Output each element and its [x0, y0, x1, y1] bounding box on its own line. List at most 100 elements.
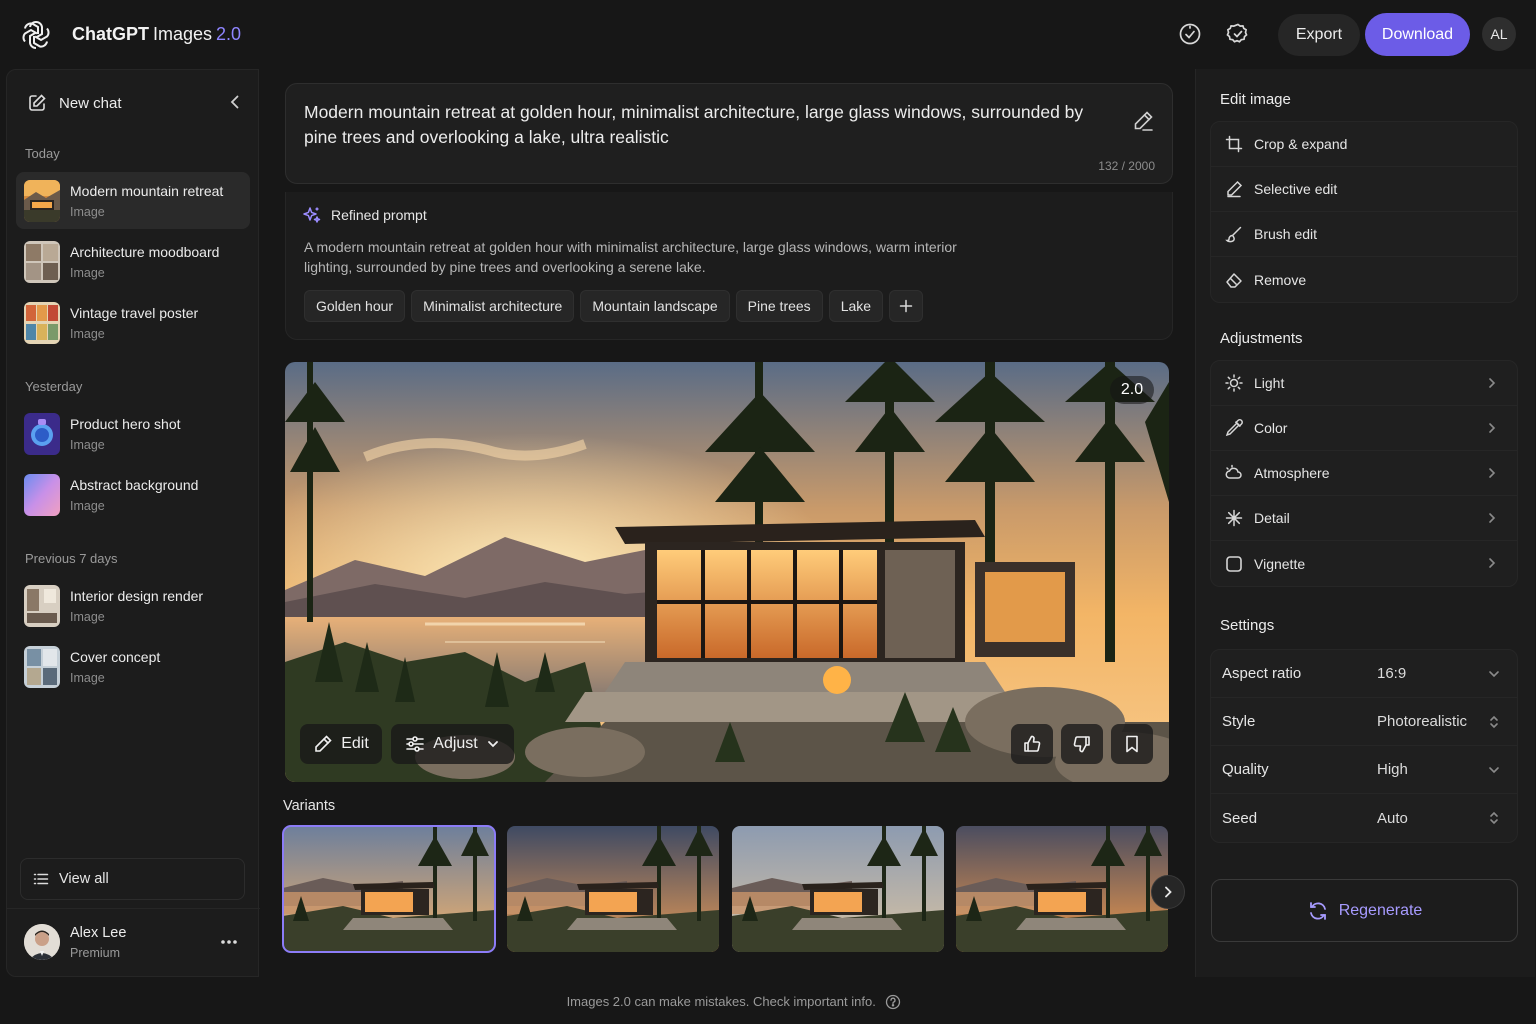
vignette-adjustment[interactable]: Vignette: [1211, 541, 1517, 586]
edit-prompt-icon[interactable]: [1131, 109, 1155, 133]
refined-prompt-panel: Refined prompt A modern mountain retreat…: [285, 192, 1173, 340]
generated-image[interactable]: [285, 362, 1169, 782]
atmosphere-label: Atmosphere: [1254, 465, 1330, 481]
edit-label: Edit: [341, 735, 369, 752]
new-chat-button[interactable]: New chat: [27, 93, 122, 113]
tag-chip[interactable]: Golden hour: [304, 290, 406, 322]
edit-image-title: Edit image: [1220, 91, 1291, 108]
product-name: Images: [153, 24, 213, 44]
user-avatar[interactable]: [24, 924, 60, 960]
cloud-icon: [1225, 464, 1242, 479]
tag-chip[interactable]: Pine trees: [735, 290, 823, 322]
color-label: Color: [1254, 420, 1288, 436]
collapse-sidebar-icon[interactable]: [225, 92, 245, 112]
export-button[interactable]: Export: [1278, 14, 1360, 56]
variant-thumbnail[interactable]: [732, 826, 944, 952]
save-button[interactable]: [1111, 724, 1153, 764]
brush-edit-button[interactable]: Brush edit: [1211, 212, 1517, 257]
history-type: Image: [70, 609, 105, 624]
settings-badge-icon[interactable]: [1226, 22, 1250, 46]
pencil-icon: [315, 735, 332, 752]
history-type: Image: [70, 498, 105, 513]
add-tag-button[interactable]: [889, 290, 924, 322]
history-item[interactable]: Architecture moodboard Image: [16, 233, 250, 290]
quality-select[interactable]: Quality High: [1211, 746, 1517, 794]
regenerate-button[interactable]: Regenerate: [1211, 879, 1518, 942]
vignette-label: Vignette: [1254, 555, 1306, 572]
openai-logo-icon[interactable]: [20, 19, 52, 51]
atmosphere-adjustment[interactable]: Atmosphere: [1211, 451, 1517, 496]
top-bar: ChatGPT Images 2.0 Export Download AL: [0, 0, 1536, 68]
history-type: Image: [70, 437, 105, 452]
download-button[interactable]: Download: [1365, 13, 1470, 56]
remove-label: Remove: [1254, 271, 1307, 288]
history-title: Cover concept: [70, 648, 161, 665]
pencil-icon: [1227, 180, 1243, 198]
sparkle-icon: [1225, 509, 1243, 527]
history-item[interactable]: Product hero shot Image: [16, 405, 250, 462]
disclaimer-text: Images 2.0 can make mistakes. Check impo…: [566, 994, 876, 1010]
tag-chip[interactable]: Lake: [828, 290, 884, 322]
view-all-button[interactable]: View all: [20, 858, 245, 900]
history-thumbnail: [24, 179, 60, 222]
crop-icon: [1225, 135, 1243, 153]
refined-prompt-header: Refined prompt: [303, 206, 427, 224]
variant-thumbnail[interactable]: [282, 825, 496, 953]
history-item[interactable]: Cover concept Image: [16, 638, 250, 695]
speed-check-icon[interactable]: [1178, 22, 1202, 46]
help-icon[interactable]: [885, 994, 901, 1010]
thumbs-up-icon: [1024, 735, 1041, 752]
edit-tools-group: Crop & expand Selective edit Brush edit …: [1210, 121, 1518, 303]
history-item[interactable]: Vintage travel poster Image: [16, 294, 250, 351]
detail-adjustment[interactable]: Detail: [1211, 496, 1517, 541]
section-label-previous: Previous 7 days: [25, 551, 118, 566]
sun-icon: [1225, 374, 1243, 392]
adjust-dropdown-button[interactable]: Adjust: [391, 724, 514, 764]
variant-thumbnail[interactable]: [507, 826, 719, 952]
user-avatar-button[interactable]: AL: [1482, 17, 1516, 51]
regenerate-label: Regenerate: [1338, 901, 1423, 919]
color-adjustment[interactable]: Color: [1211, 406, 1517, 451]
prompt-text[interactable]: Modern mountain retreat at golden hour, …: [304, 100, 1084, 150]
history-item[interactable]: Abstract background Image: [16, 466, 250, 523]
selective-edit-button[interactable]: Selective edit: [1211, 167, 1517, 212]
chevron-right-icon: [1165, 886, 1172, 898]
history-item[interactable]: Modern mountain retreat Image: [16, 172, 250, 229]
setting-value: Auto: [1377, 809, 1408, 827]
sliders-icon: [406, 736, 425, 752]
setting-label: Seed: [1222, 809, 1258, 827]
adjustments-group: Light Color Atmosphere Detail Vignette: [1210, 360, 1518, 587]
product-version: 2.0: [216, 24, 242, 44]
edit-panel: Edit image Crop & expand Selective edit …: [1195, 69, 1535, 977]
aspect-ratio-select[interactable]: Aspect ratio 16:9: [1211, 650, 1517, 698]
tag-chip[interactable]: Mountain landscape: [580, 290, 730, 322]
up-down-chevron-icon: [1490, 811, 1498, 825]
history-item[interactable]: Interior design render Image: [16, 577, 250, 634]
tag-chip[interactable]: Minimalist architecture: [411, 290, 575, 322]
remove-button[interactable]: Remove: [1211, 257, 1517, 302]
crop-expand-button[interactable]: Crop & expand: [1211, 122, 1517, 167]
chevron-down-icon: [1489, 767, 1499, 774]
history-thumbnail: [24, 301, 60, 344]
history-thumbnail: [24, 473, 60, 516]
next-variants-button[interactable]: [1151, 875, 1185, 909]
history-title: Modern mountain retreat: [70, 182, 224, 199]
chevron-right-icon: [1489, 513, 1496, 523]
settings-group: Aspect ratio 16:9 Style Photorealistic Q…: [1210, 649, 1518, 843]
prompt-box[interactable]: Modern mountain retreat at golden hour, …: [285, 83, 1173, 184]
style-select[interactable]: Style Photorealistic: [1211, 698, 1517, 746]
like-button[interactable]: [1011, 724, 1053, 764]
sidebar: New chat Today Modern mountain retreat Im…: [6, 69, 260, 977]
seed-select[interactable]: Seed Auto: [1211, 794, 1517, 842]
variant-thumbnail[interactable]: [956, 826, 1168, 952]
history-type: Image: [70, 265, 105, 280]
dislike-button[interactable]: [1061, 724, 1103, 764]
refresh-icon: [1309, 901, 1326, 920]
light-adjustment[interactable]: Light: [1211, 361, 1517, 406]
new-chat-label: New chat: [59, 94, 122, 112]
detail-label: Detail: [1254, 510, 1290, 526]
edit-image-button[interactable]: Edit: [300, 724, 382, 764]
history-title: Architecture moodboard: [70, 243, 220, 260]
more-options-icon[interactable]: [219, 932, 239, 952]
disclaimer: Images 2.0 can make mistakes. Check impo…: [0, 993, 1468, 1010]
